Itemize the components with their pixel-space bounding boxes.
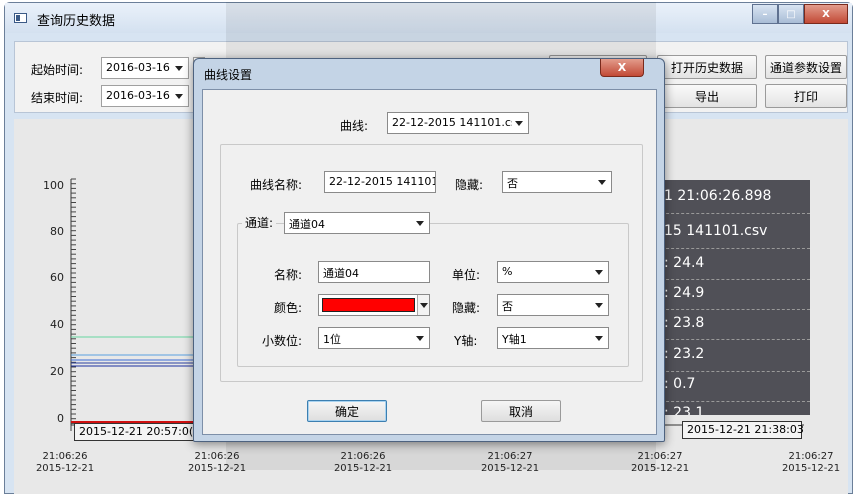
- curve-settings-dialog: 曲线设置 X 曲线: 22-12-2015 141101.csv 曲线名称: 2…: [193, 58, 665, 442]
- info-row: 1 21:06:26.898: [664, 188, 772, 204]
- channel-select[interactable]: 通道04: [284, 212, 430, 234]
- chevron-down-icon: [595, 303, 603, 308]
- x-tick: 21:06:27 2015-12-21: [781, 451, 841, 474]
- curve-group: 曲线名称: 22-12-2015 141101. 隐藏: 否 通道: 通道04 …: [220, 144, 643, 382]
- chevron-down-icon: [416, 221, 424, 226]
- color-swatch: [322, 298, 415, 312]
- end-date-value: 2016-03-16: [106, 89, 170, 102]
- curve-label: 曲线:: [340, 119, 369, 133]
- color-picker[interactable]: [318, 294, 430, 316]
- curve-select-value: 22-12-2015 141101.csv: [392, 116, 524, 129]
- yaxis-label: Y轴:: [454, 334, 478, 348]
- y-tick: 20: [50, 365, 64, 378]
- unit-label: 单位:: [452, 268, 481, 282]
- y-tick: 60: [50, 271, 64, 284]
- app-icon: [14, 13, 27, 23]
- channel-name-input[interactable]: 通道04: [318, 261, 430, 283]
- cancel-button[interactable]: 取消: [481, 400, 561, 422]
- start-date-combo[interactable]: 2016-03-16: [101, 57, 189, 79]
- cursor-info-panel: 1 21:06:26.898 15 141101.csv : 24.4 : 24…: [656, 180, 810, 415]
- ok-button[interactable]: 确定: [307, 400, 387, 422]
- unit-select-value: %: [502, 265, 513, 278]
- cursor-left-time: 2015-12-21 20:57:0(: [74, 423, 204, 441]
- chevron-down-icon: [175, 94, 183, 99]
- print-button[interactable]: 打印: [765, 84, 847, 108]
- name-label: 名称:: [274, 268, 303, 282]
- curve-hide-label: 隐藏:: [455, 178, 484, 192]
- chevron-down-icon: [416, 336, 424, 341]
- curve-hide-select[interactable]: 否: [502, 171, 612, 193]
- start-time-label: 起始时间:: [31, 63, 84, 77]
- channel-label: 通道:: [242, 214, 277, 231]
- y-tick: 0: [57, 412, 64, 425]
- channel-select-value: 通道04: [289, 218, 325, 231]
- channel-hide-label: 隐藏:: [452, 301, 481, 315]
- info-row: : 24.4: [664, 255, 705, 271]
- decimals-value: 1位: [323, 333, 341, 346]
- open-history-button[interactable]: 打开历史数据: [657, 55, 757, 79]
- chevron-down-icon: [417, 295, 429, 315]
- chevron-down-icon: [598, 180, 606, 185]
- channel-hide-value: 否: [502, 300, 513, 313]
- decimals-select[interactable]: 1位: [318, 327, 430, 349]
- window-title: 查询历史数据: [37, 14, 116, 29]
- dialog-close-button[interactable]: X: [600, 59, 644, 77]
- dialog-title: 曲线设置: [204, 68, 253, 82]
- curve-name-label: 曲线名称:: [250, 178, 303, 192]
- end-time-label: 结束时间:: [31, 91, 84, 105]
- chevron-down-icon: [515, 121, 523, 126]
- chevron-down-icon: [175, 66, 183, 71]
- y-tick: 80: [50, 225, 64, 238]
- info-row: 15 141101.csv: [664, 223, 768, 239]
- dialog-body: 曲线: 22-12-2015 141101.csv 曲线名称: 22-12-20…: [202, 89, 657, 435]
- channel-name-value: 通道04: [323, 267, 359, 280]
- y-tick: 100: [43, 179, 64, 192]
- yaxis-select[interactable]: Y轴1: [497, 327, 609, 349]
- info-row: : 23.2: [664, 346, 705, 362]
- x-tick: 21:06:26 2015-12-21: [35, 451, 95, 474]
- channel-hide-select[interactable]: 否: [497, 294, 609, 316]
- info-row: : 23.8: [664, 315, 705, 331]
- channel-params-button[interactable]: 通道参数设置: [765, 55, 847, 79]
- close-button[interactable]: X: [804, 4, 848, 24]
- y-tick: 40: [50, 318, 64, 331]
- channel-group: 通道: 通道04 名称: 通道04 单位: % 颜色: 隐藏: 否 小数位: 1…: [237, 212, 629, 367]
- export-button[interactable]: 导出: [657, 84, 757, 108]
- window-controls: – □ X: [752, 4, 848, 24]
- curve-hide-value: 否: [507, 177, 518, 190]
- color-label: 颜色:: [274, 301, 303, 315]
- curve-name-input[interactable]: 22-12-2015 141101.: [324, 171, 436, 193]
- info-row: : 0.7: [664, 376, 696, 392]
- minimize-button[interactable]: –: [752, 4, 778, 24]
- info-row: : 24.9: [664, 285, 705, 301]
- chevron-down-icon: [595, 336, 603, 341]
- start-date-value: 2016-03-16: [106, 61, 170, 74]
- info-row: : 23.1: [664, 405, 705, 415]
- chevron-down-icon: [595, 270, 603, 275]
- end-date-combo[interactable]: 2016-03-16: [101, 85, 189, 107]
- cursor-right-time: 2015-12-21 21:38:03: [682, 421, 804, 439]
- maximize-button[interactable]: □: [778, 4, 804, 24]
- app-root: 查询历史数据 – □ X 起始时间: 2016-03-16 结束时间: 2016…: [0, 0, 853, 494]
- unit-select[interactable]: %: [497, 261, 609, 283]
- yaxis-value: Y轴1: [502, 333, 527, 346]
- curve-select[interactable]: 22-12-2015 141101.csv: [387, 112, 529, 134]
- decimals-label: 小数位:: [262, 334, 303, 348]
- y-axis-ticks: [71, 178, 76, 424]
- curve-name-value: 22-12-2015 141101.: [329, 175, 436, 188]
